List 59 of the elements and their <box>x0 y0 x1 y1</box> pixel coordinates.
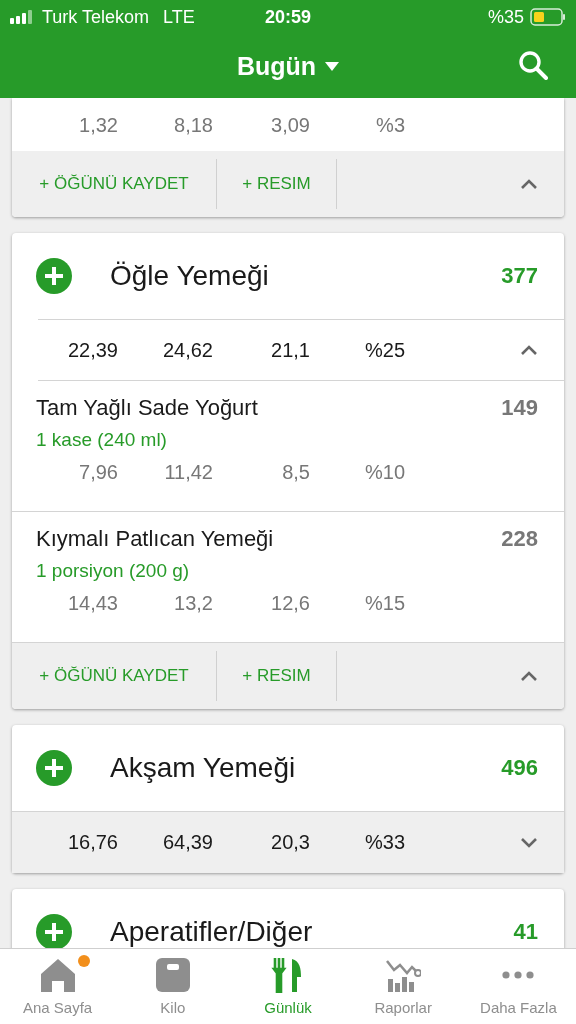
meal-title: Aperatifler/Diğer <box>110 916 314 948</box>
food-calories: 228 <box>501 526 538 552</box>
meal-title: Öğle Yemeği <box>110 260 270 292</box>
total-value: %25 <box>363 338 405 362</box>
total-value: 21,1 <box>270 338 310 362</box>
tab-item[interactable]: Kilo <box>115 949 231 1024</box>
macro-value: 14,43 <box>66 592 118 615</box>
food-calories: 149 <box>501 395 538 421</box>
portion-size: 1 porsiyon (200 g) <box>36 560 191 582</box>
search-icon[interactable] <box>518 50 548 80</box>
caret-icon <box>325 61 340 71</box>
total-value: 16,76 <box>66 831 118 854</box>
network-type: LTE <box>163 6 195 28</box>
macro-value: %3 <box>375 114 405 137</box>
chevron-up-icon[interactable] <box>520 344 538 356</box>
add-icon[interactable] <box>36 914 72 948</box>
macro-value: 1,32 <box>78 114 118 137</box>
more-icon <box>500 971 537 979</box>
macro-value: 11,42 <box>163 461 213 484</box>
total-value: %33 <box>363 831 405 854</box>
tab-item[interactable]: Daha Fazla <box>460 949 576 1024</box>
macro-value: 3,09 <box>270 114 310 137</box>
date-dropdown[interactable]: Bugün <box>236 51 340 81</box>
tab-item[interactable]: Günlük <box>230 949 346 1024</box>
macro-value: 12,6 <box>270 592 310 615</box>
action-link[interactable]: + RESIM <box>217 651 337 701</box>
action-link[interactable]: + ÖĞÜNÜ KAYDET <box>12 651 217 701</box>
food-name: Kıymalı Patlıcan Yemeği <box>36 526 274 552</box>
macro-value: 7,96 <box>78 461 118 484</box>
meal-title: Akşam Yemeği <box>110 752 297 784</box>
action-link[interactable]: + ÖĞÜNÜ KAYDET <box>12 159 217 209</box>
carrier-name: Turk Telekom <box>42 6 150 28</box>
food-name: Tam Yağlı Sade Yoğurt <box>36 395 258 421</box>
chevron-up-icon[interactable] <box>520 178 538 190</box>
battery-icon <box>530 8 566 26</box>
chevron-up-icon[interactable] <box>520 670 538 682</box>
portion-size: 1 kase (240 ml) <box>36 429 168 451</box>
total-value: 64,39 <box>161 831 213 854</box>
tab-item[interactable]: Raporlar <box>345 949 461 1024</box>
meal-calories: 496 <box>501 755 538 781</box>
tab-item[interactable]: Ana Sayfa <box>0 949 116 1024</box>
total-value: 22,39 <box>66 338 118 362</box>
meal-calories: 377 <box>501 263 538 289</box>
add-icon[interactable] <box>36 750 72 786</box>
meal-calories: 41 <box>513 919 538 945</box>
chevron-down-icon[interactable] <box>520 837 538 848</box>
macro-value: 8,18 <box>173 114 213 137</box>
clock-time: 20:59 <box>265 6 311 28</box>
action-link[interactable]: + RESIM <box>217 159 337 209</box>
add-icon[interactable] <box>36 258 72 294</box>
scale-icon <box>154 957 191 993</box>
macro-value: 13,2 <box>173 592 213 615</box>
macro-value: %15 <box>363 592 405 615</box>
macro-value: %10 <box>363 461 405 484</box>
home-icon <box>39 957 76 993</box>
total-value: 24,62 <box>161 338 213 362</box>
macro-value: 8,5 <box>281 461 310 484</box>
total-value: 20,3 <box>270 831 310 854</box>
battery-percent: %35 <box>487 6 524 28</box>
